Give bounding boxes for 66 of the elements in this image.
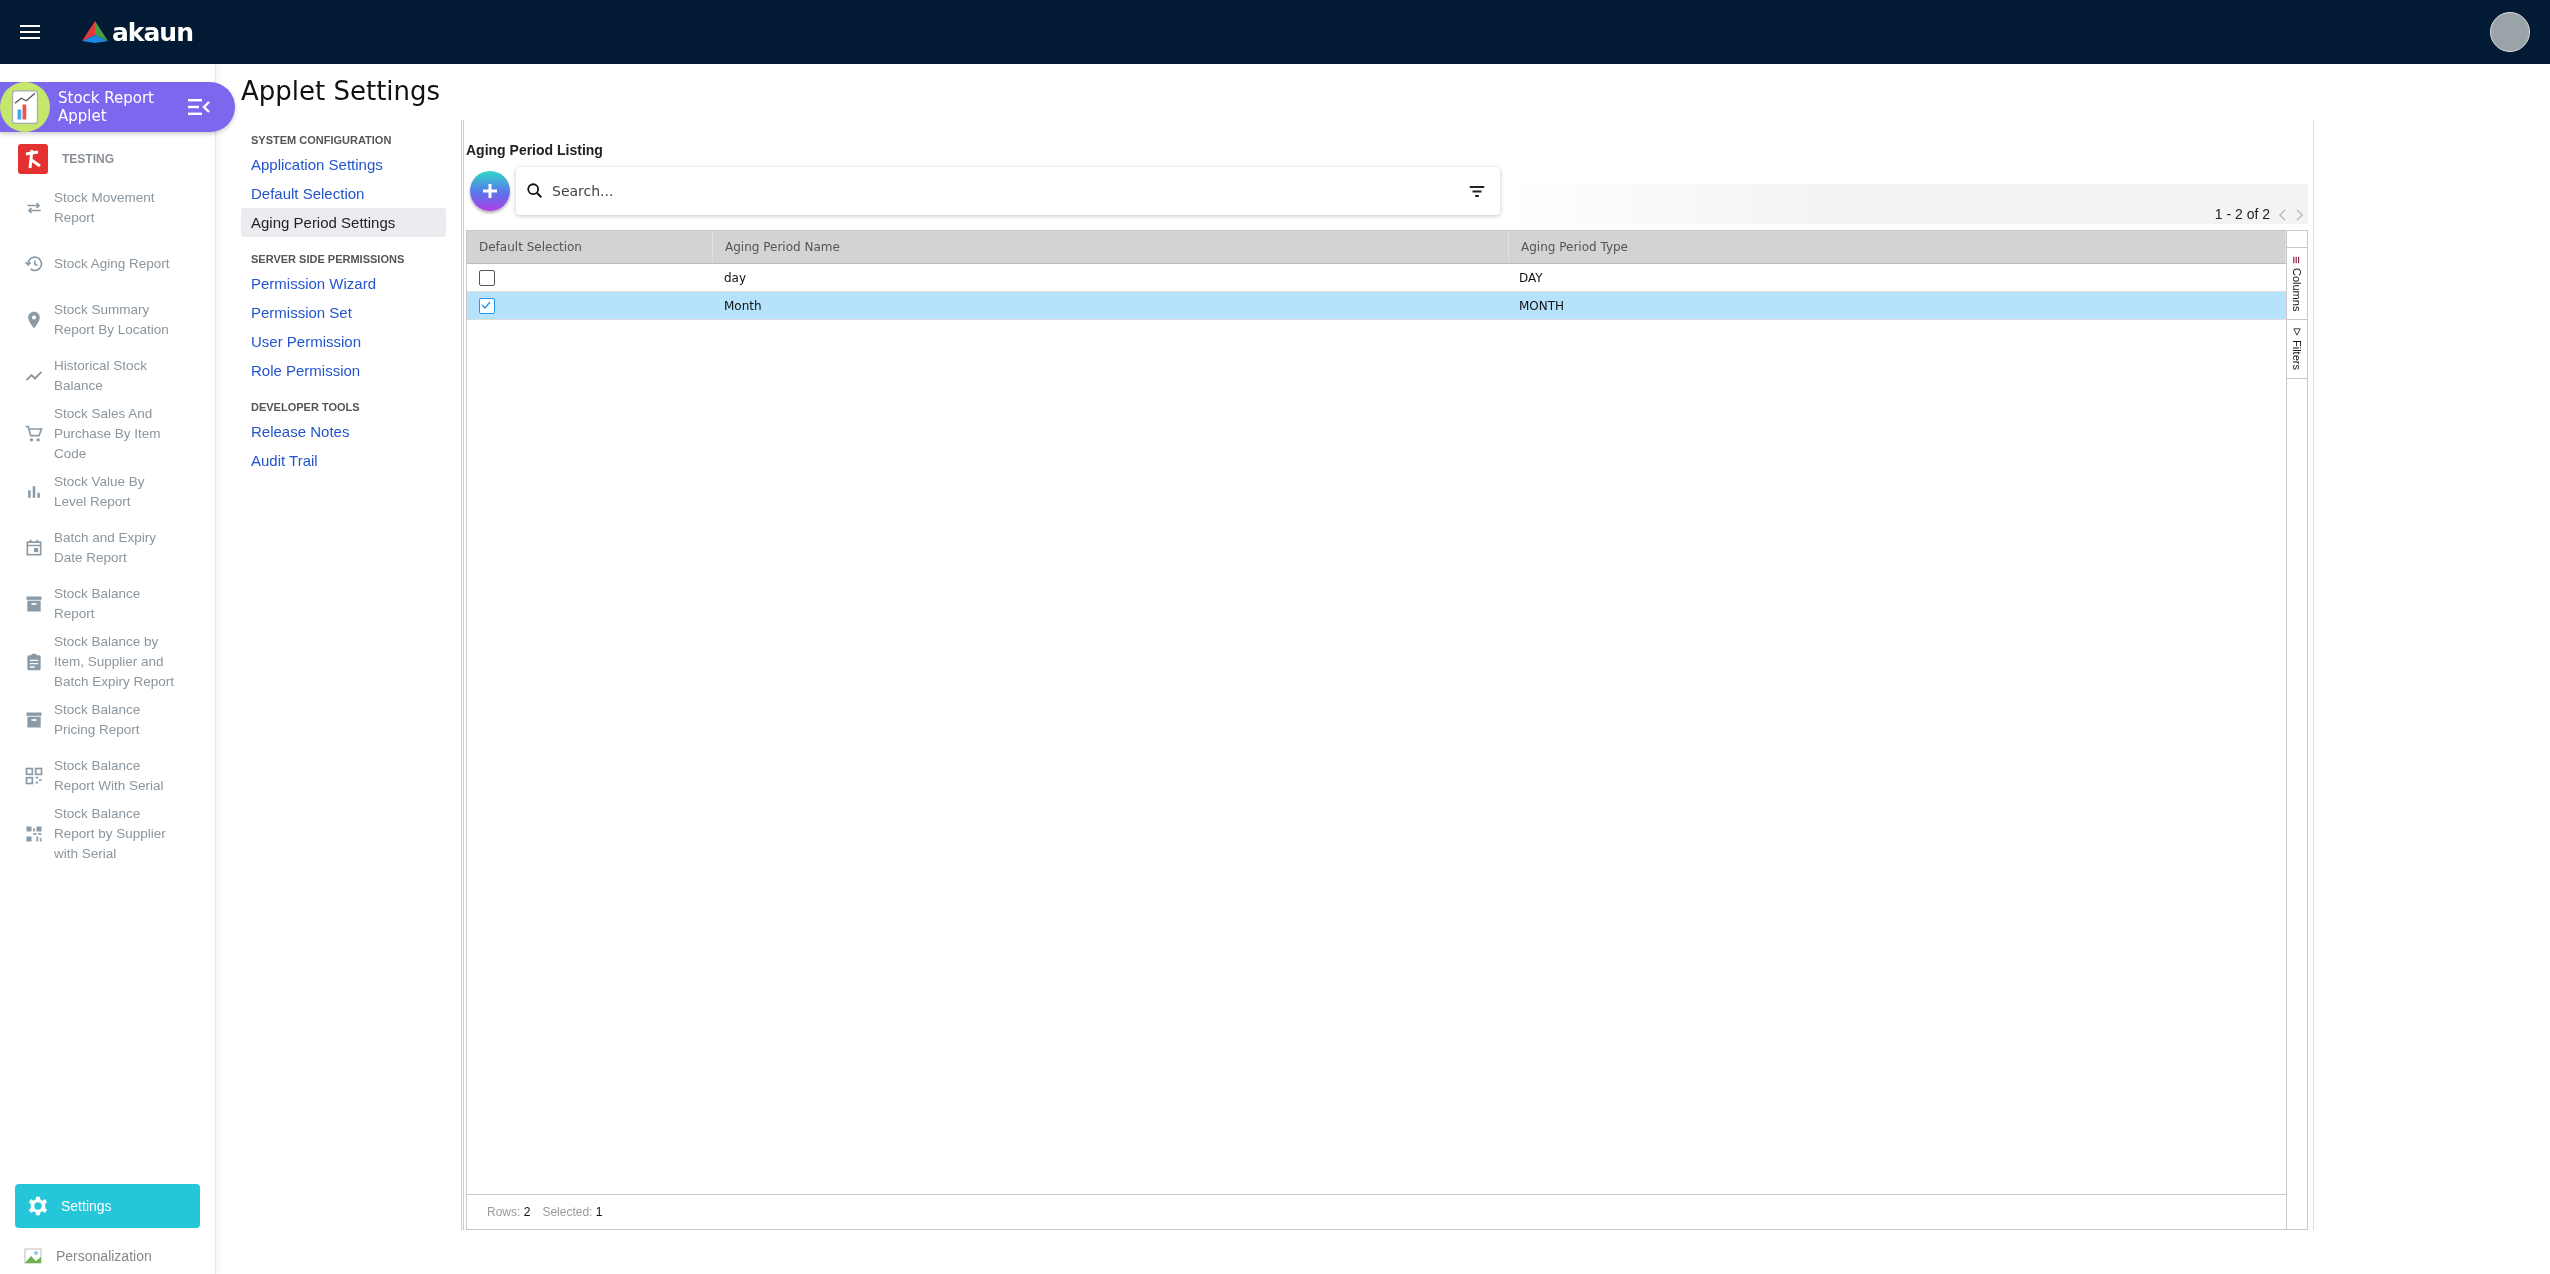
table-cell-text: DAY bbox=[1518, 269, 1544, 287]
app-logo-icon bbox=[18, 144, 48, 174]
status-text: Rows: 2 bbox=[487, 1205, 531, 1219]
settings-nav-link[interactable]: Aging Period Settings bbox=[241, 208, 446, 237]
filter-icon bbox=[2293, 328, 2301, 337]
table-cell-text: day bbox=[723, 269, 748, 287]
section-heading: SERVER SIDE PERMISSIONS bbox=[250, 253, 406, 265]
cart-icon bbox=[24, 424, 44, 444]
sidebar-item[interactable]: Stock Aging Report bbox=[0, 236, 215, 292]
table-row[interactable]: Month MONTH bbox=[467, 292, 2286, 320]
add-button[interactable] bbox=[470, 171, 510, 211]
sidebar-item[interactable]: Historical Stock Balance bbox=[0, 348, 215, 404]
logo-icon bbox=[82, 21, 108, 43]
group-label: TESTING bbox=[62, 152, 114, 166]
side-panel-tab[interactable]: Columns bbox=[2287, 248, 2307, 321]
broken-image-icon bbox=[24, 1246, 44, 1266]
sidebar-item[interactable]: Batch and Expiry Date Report bbox=[0, 520, 215, 576]
menu-icon[interactable] bbox=[20, 25, 40, 39]
plus-icon bbox=[480, 181, 500, 201]
column-header[interactable]: Aging Period Name bbox=[713, 231, 1509, 263]
page-title: Applet Settings bbox=[241, 76, 442, 106]
sidebar-item[interactable]: Stock Sales And Purchase By Item Code bbox=[0, 404, 215, 464]
columns-icon bbox=[2293, 256, 2301, 264]
status-text: Selected: 1 bbox=[542, 1205, 603, 1219]
collapse-menu-icon[interactable] bbox=[188, 99, 210, 115]
sidebar-item[interactable]: Stock Balance by Item, Supplier and Batch Expiry Report bbox=[0, 632, 215, 692]
checkbox[interactable] bbox=[479, 297, 495, 314]
sidebar-item[interactable]: Stock Balance Report bbox=[0, 576, 215, 632]
search-icon bbox=[526, 182, 544, 200]
settings-nav-link[interactable]: Permission Wizard bbox=[241, 269, 446, 298]
sidebar-item[interactable]: Stock Value By Level Report bbox=[0, 464, 215, 520]
clipboard-icon bbox=[24, 652, 44, 672]
sidebar-item[interactable]: Stock Summary Report By Location bbox=[0, 292, 215, 348]
section-heading: DEVELOPER TOOLS bbox=[250, 401, 361, 413]
pagination-text: 1 - 2 of 2 bbox=[2214, 206, 2270, 222]
gear-icon bbox=[27, 1195, 49, 1217]
archive-box-icon bbox=[24, 710, 44, 730]
settings-nav-link[interactable]: Audit Trail bbox=[241, 446, 446, 475]
side-panel-tab[interactable]: Filters bbox=[2287, 320, 2307, 380]
grid-icon bbox=[24, 766, 44, 786]
history-icon bbox=[24, 254, 44, 274]
sidebar-item[interactable]: Stock Balance Report With Serial bbox=[0, 748, 215, 804]
avatar[interactable] bbox=[2490, 12, 2530, 52]
settings-nav-link[interactable]: Default Selection bbox=[241, 179, 446, 208]
archive-box-icon bbox=[24, 594, 44, 614]
checkbox[interactable] bbox=[479, 269, 495, 286]
settings-nav-link[interactable]: Release Notes bbox=[241, 417, 446, 446]
calendar-icon bbox=[24, 538, 44, 558]
settings-nav-link[interactable]: Role Permission bbox=[241, 356, 446, 385]
table-cell-text: Month bbox=[723, 297, 763, 315]
settings-nav-link[interactable]: User Permission bbox=[241, 327, 446, 356]
settings-nav-link[interactable]: Application Settings bbox=[241, 150, 446, 179]
listing-title: Aging Period Listing bbox=[466, 142, 604, 158]
column-header[interactable]: Aging Period Type bbox=[1509, 231, 2286, 263]
column-header[interactable]: Default Selection bbox=[467, 231, 713, 263]
sidebar-item[interactable]: Stock Movement Report bbox=[0, 180, 215, 236]
applet-title: Stock Report Applet bbox=[58, 89, 155, 125]
filter-icon[interactable] bbox=[1468, 184, 1486, 198]
personalization-item[interactable]: Personalization bbox=[0, 1228, 215, 1266]
table-cell-text: MONTH bbox=[1518, 297, 1566, 315]
sidebar-item[interactable]: Stock Balance Report by Supplier with Serial bbox=[0, 804, 215, 864]
logo-text: akaun bbox=[112, 17, 193, 47]
qr-code-icon bbox=[24, 824, 44, 844]
sidebar-item[interactable]: Stock Balance Pricing Report bbox=[0, 692, 215, 748]
settings-nav-link[interactable]: Permission Set bbox=[241, 298, 446, 327]
section-heading: SYSTEM CONFIGURATION bbox=[250, 134, 393, 146]
